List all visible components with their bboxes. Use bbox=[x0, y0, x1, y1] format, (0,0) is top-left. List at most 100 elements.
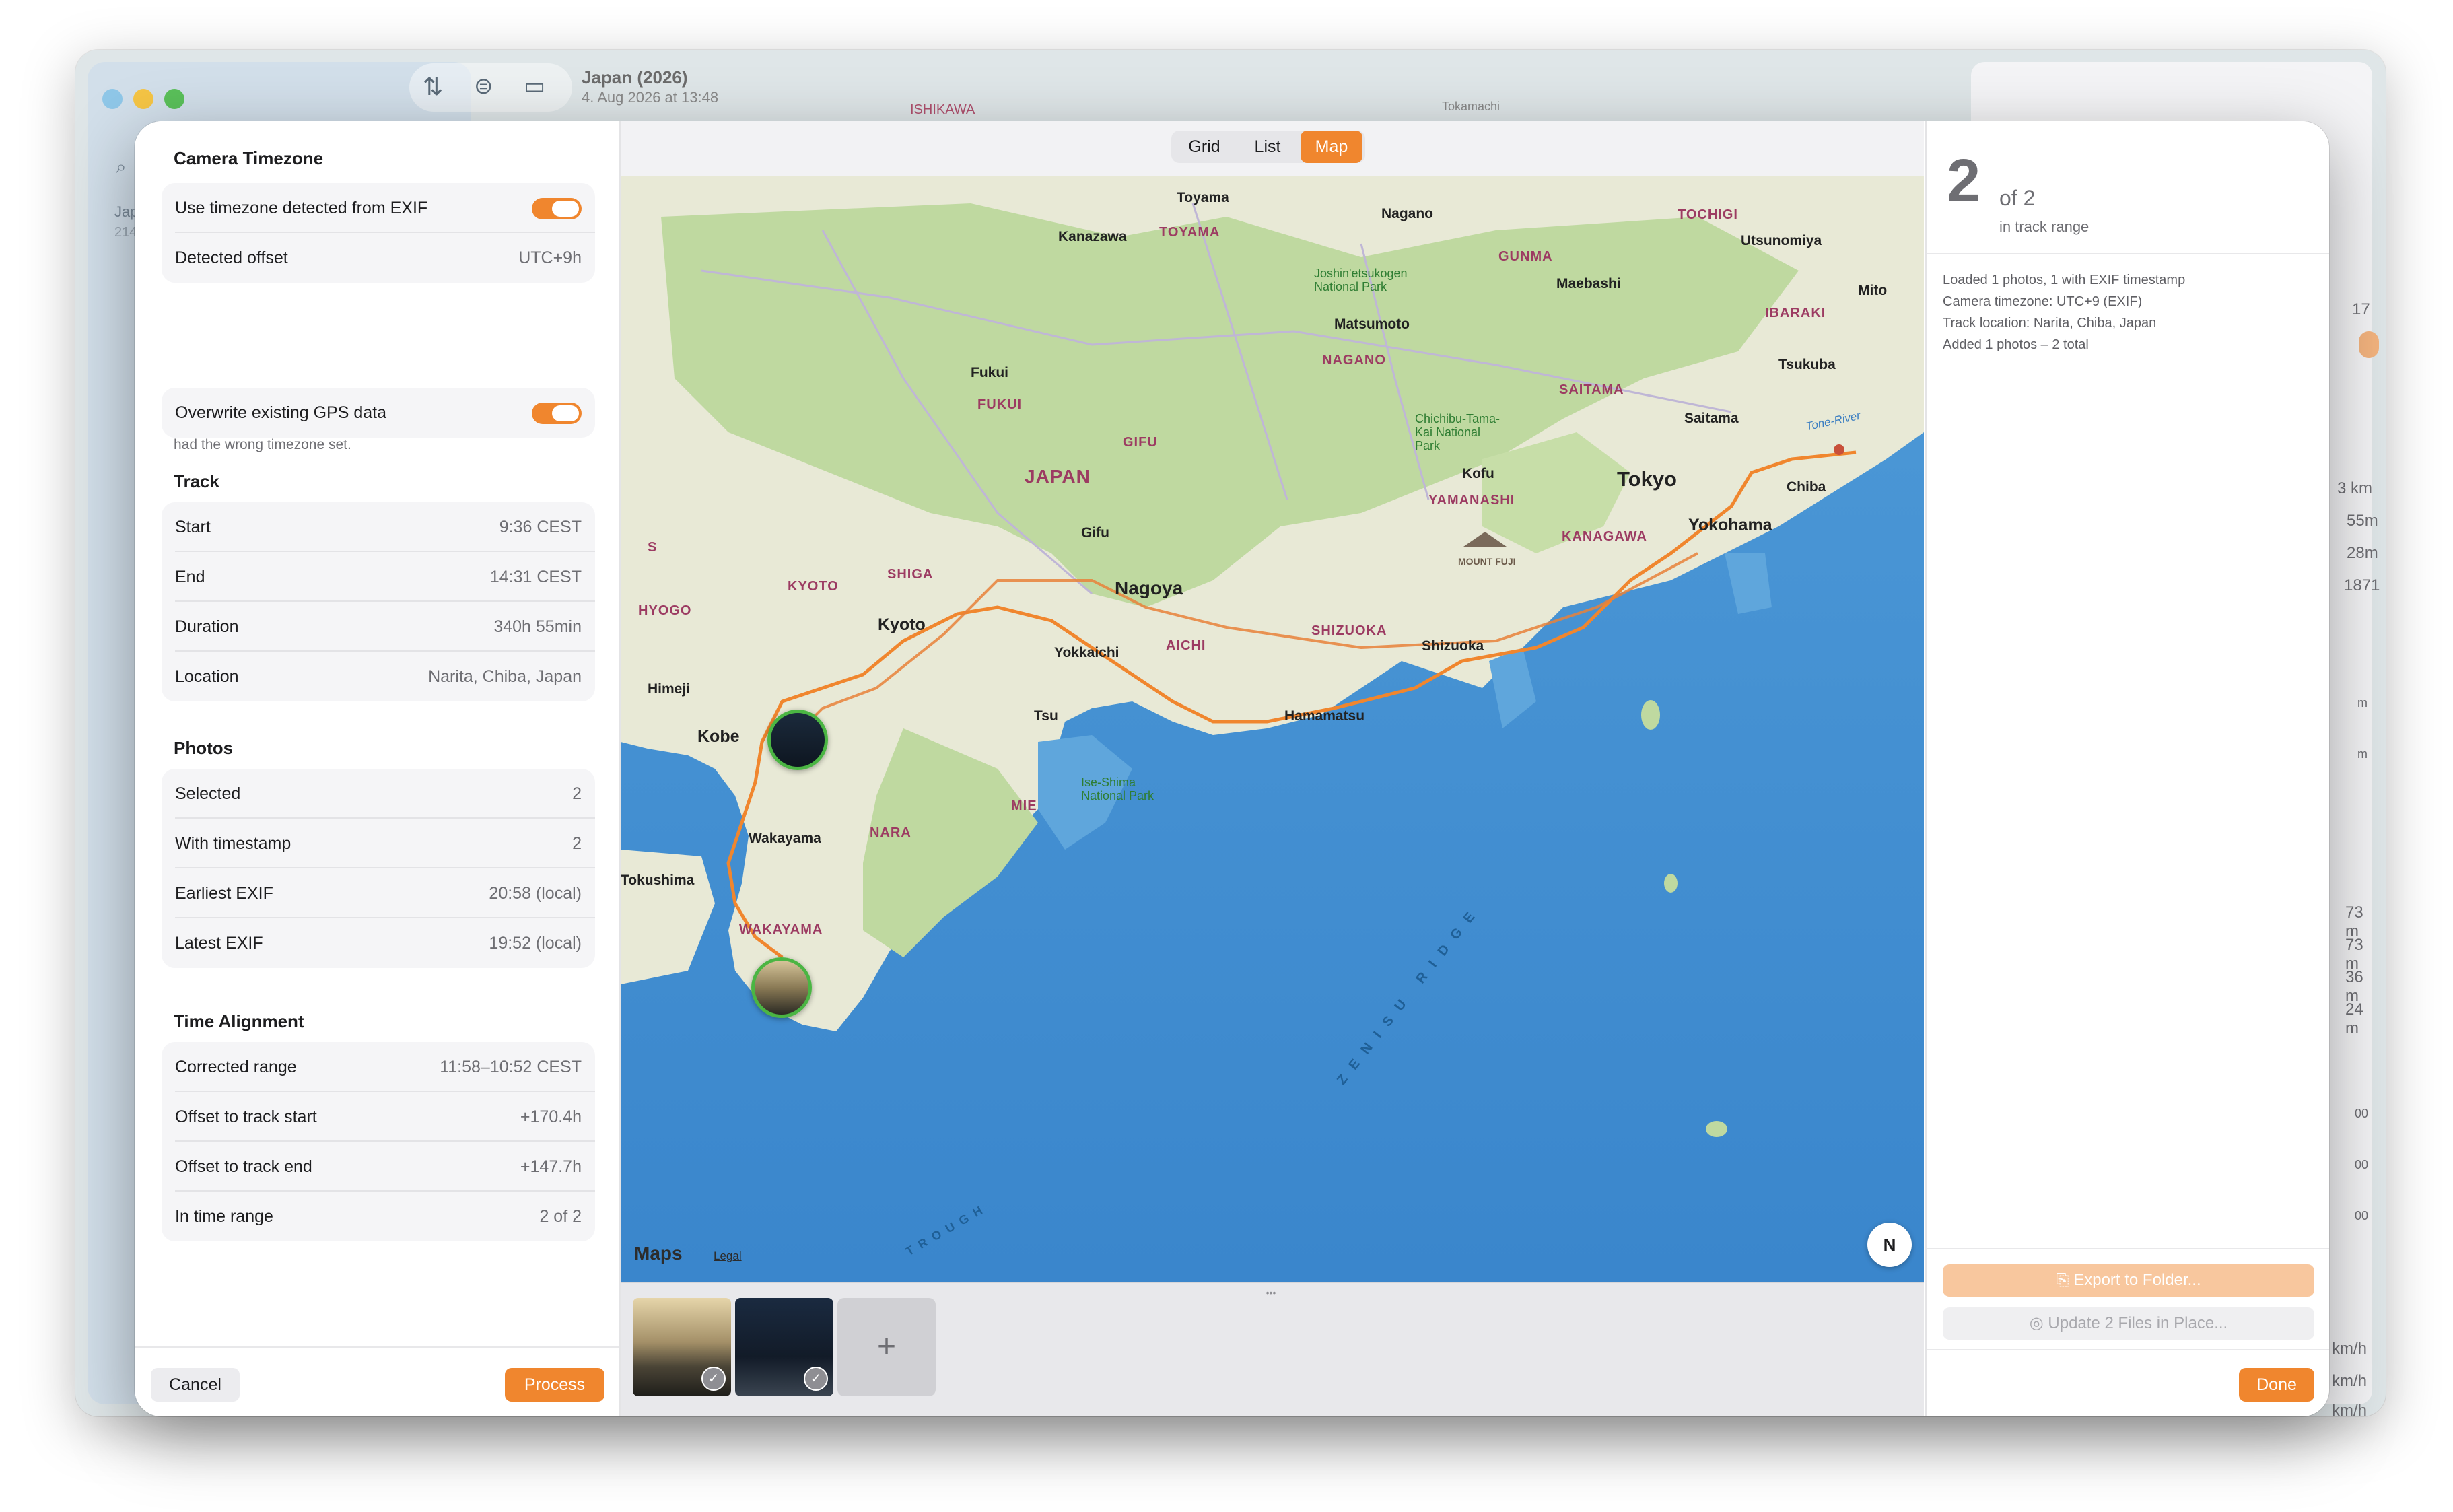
map-city-label: Himeji bbox=[648, 681, 691, 697]
map-city-label: Matsumoto bbox=[1334, 316, 1410, 332]
map-city-label: Chiba bbox=[1787, 479, 1826, 495]
bg-value: km/h bbox=[2332, 1372, 2368, 1390]
photo-pin-2[interactable] bbox=[751, 957, 812, 1018]
tab-grid[interactable]: Grid bbox=[1174, 131, 1235, 163]
document-subtitle: 4. Aug 2026 at 13:48 bbox=[582, 89, 719, 106]
cancel-button[interactable]: Cancel bbox=[151, 1368, 240, 1402]
in-range-total: of 2 bbox=[1999, 186, 2036, 210]
bg-value: km/h bbox=[2332, 1402, 2368, 1416]
map-region-label: KANAGAWA bbox=[1562, 529, 1647, 544]
footer-divider bbox=[135, 1346, 619, 1348]
camera-timezone-title: Camera Timezone bbox=[174, 148, 324, 168]
done-button[interactable]: Done bbox=[2239, 1368, 2314, 1402]
bg-value: 1871 bbox=[2344, 576, 2380, 594]
add-photos-button[interactable]: + bbox=[837, 1298, 936, 1396]
sidebar-toggle-icon[interactable]: ▭ bbox=[524, 73, 545, 100]
map-region-label: NAGANO bbox=[1322, 353, 1386, 368]
row-label: Selected bbox=[175, 784, 241, 803]
row-label: End bbox=[175, 568, 205, 586]
bg-marker bbox=[2359, 331, 2379, 358]
alignment-row: Offset to track end +147.7h bbox=[162, 1142, 595, 1192]
log-line: Added 1 photos – 2 total bbox=[1943, 337, 2089, 352]
map-view[interactable]: Toyama Kanazawa Nagano Utsunomiya Maebas… bbox=[621, 176, 1924, 1282]
photos-title: Photos bbox=[174, 738, 234, 758]
export-to-folder-button[interactable]: ⎘ Export to Folder... bbox=[1943, 1264, 2314, 1297]
export-label: Export to Folder... bbox=[2073, 1271, 2201, 1289]
row-label: Corrected range bbox=[175, 1058, 297, 1076]
log-line: Track location: Narita, Chiba, Japan bbox=[1943, 316, 2157, 331]
map-city-label: Maebashi bbox=[1556, 276, 1621, 291]
minimize-window-button[interactable] bbox=[133, 89, 153, 109]
map-city-label: Saitama bbox=[1684, 411, 1739, 426]
overwrite-gps-row[interactable]: Overwrite existing GPS data bbox=[162, 388, 595, 438]
divider bbox=[1927, 1349, 2329, 1350]
sort-icon[interactable]: ⇅ bbox=[423, 73, 443, 101]
map-feature-label: MOUNT FUJI bbox=[1458, 556, 1516, 567]
update-files-button[interactable]: ◎ Update 2 Files in Place... bbox=[1943, 1307, 2314, 1340]
row-value: 20:58 (local) bbox=[489, 884, 582, 903]
compass-icon[interactable]: N bbox=[1867, 1223, 1912, 1267]
use-exif-timezone-row[interactable]: Use timezone detected from EXIF bbox=[162, 183, 595, 233]
close-window-button[interactable] bbox=[102, 89, 123, 109]
row-label: Offset to track start bbox=[175, 1107, 317, 1126]
overwrite-gps-toggle[interactable] bbox=[532, 403, 582, 424]
photo-thumbnail[interactable]: ✓ bbox=[735, 1298, 833, 1396]
map-region-label: SHIGA bbox=[887, 567, 934, 582]
tab-map[interactable]: Map bbox=[1301, 131, 1362, 163]
alignment-row: Offset to track start +170.4h bbox=[162, 1092, 595, 1142]
use-exif-timezone-toggle[interactable] bbox=[532, 198, 582, 219]
bg-value: 28m bbox=[2347, 544, 2378, 562]
map-city-label: Tsukuba bbox=[1778, 357, 1836, 372]
camera-timezone-group: Use timezone detected from EXIF Detected… bbox=[162, 183, 595, 283]
in-range-count: 2 bbox=[1947, 147, 1981, 215]
resize-handle-icon[interactable]: ••• bbox=[1257, 1288, 1284, 1297]
row-label: With timestamp bbox=[175, 834, 291, 853]
photos-row: Latest EXIF 19:52 (local) bbox=[162, 918, 595, 968]
photo-pin-1[interactable] bbox=[767, 710, 828, 770]
track-row: End 14:31 CEST bbox=[162, 552, 595, 602]
map-region-label: GIFU bbox=[1123, 435, 1158, 450]
in-range-caption: in track range bbox=[1999, 218, 2089, 235]
update-label: Update 2 Files in Place... bbox=[2048, 1314, 2228, 1332]
bg-map-label: ISHIKAWA bbox=[910, 102, 975, 117]
bg-value: 3 km bbox=[2337, 479, 2373, 497]
photos-row: With timestamp 2 bbox=[162, 819, 595, 868]
bg-value: 17 bbox=[2352, 300, 2370, 318]
bg-map-label: Tokamachi bbox=[1442, 100, 1500, 113]
row-value: Narita, Chiba, Japan bbox=[428, 667, 582, 686]
search-icon[interactable]: ⌕ bbox=[116, 156, 127, 178]
photo-thumbnail[interactable]: ✓ bbox=[633, 1298, 731, 1396]
map-city-label: Mito bbox=[1858, 283, 1888, 298]
filter-icon[interactable]: ⊜ bbox=[474, 73, 493, 100]
apple-maps-logo: Maps bbox=[634, 1243, 683, 1264]
tab-list[interactable]: List bbox=[1237, 131, 1298, 163]
row-value: +170.4h bbox=[520, 1107, 582, 1126]
row-value: 2 bbox=[572, 834, 582, 853]
zoom-window-button[interactable] bbox=[164, 89, 184, 109]
map-city-label: Tokushima bbox=[621, 872, 695, 888]
map-city-label: Hamamatsu bbox=[1284, 708, 1365, 724]
bg-value: 24 m bbox=[2345, 1000, 2363, 1037]
time-alignment-title: Time Alignment bbox=[174, 1011, 304, 1031]
map-city-label: Kofu bbox=[1462, 466, 1494, 481]
map-region-label: KYOTO bbox=[788, 579, 839, 594]
map-region-label: HYOGO bbox=[638, 603, 692, 618]
view-switcher: Grid List Map bbox=[1171, 131, 1365, 163]
detected-offset-value: UTC+9h bbox=[518, 248, 582, 267]
photo-strip: ••• ✓ ✓ + bbox=[621, 1282, 1924, 1416]
map-city-label: Yokkaichi bbox=[1054, 645, 1119, 660]
track-row: Start 9:36 CEST bbox=[162, 502, 595, 552]
process-button[interactable]: Process bbox=[505, 1368, 604, 1402]
row-label: Earliest EXIF bbox=[175, 884, 273, 903]
map-park-label: Chichibu-Tama-Kai National Park bbox=[1415, 412, 1500, 452]
track-title: Track bbox=[174, 471, 219, 491]
map-region-label: TOCHIGI bbox=[1678, 207, 1738, 222]
map-city-label: Nagano bbox=[1381, 206, 1434, 221]
map-area: Grid List Map Toyama Kanazawa Nagano Uts… bbox=[621, 121, 1924, 1416]
map-legal-link[interactable]: Legal bbox=[714, 1249, 742, 1263]
map-region-label: WAKAYAMA bbox=[739, 922, 823, 937]
bg-value: 00 bbox=[2355, 1209, 2369, 1223]
map-city-label: Utsunomiya bbox=[1741, 233, 1822, 248]
map-park-label: Joshin'etsukogen National Park bbox=[1314, 267, 1408, 294]
photos-row: Earliest EXIF 20:58 (local) bbox=[162, 868, 595, 918]
